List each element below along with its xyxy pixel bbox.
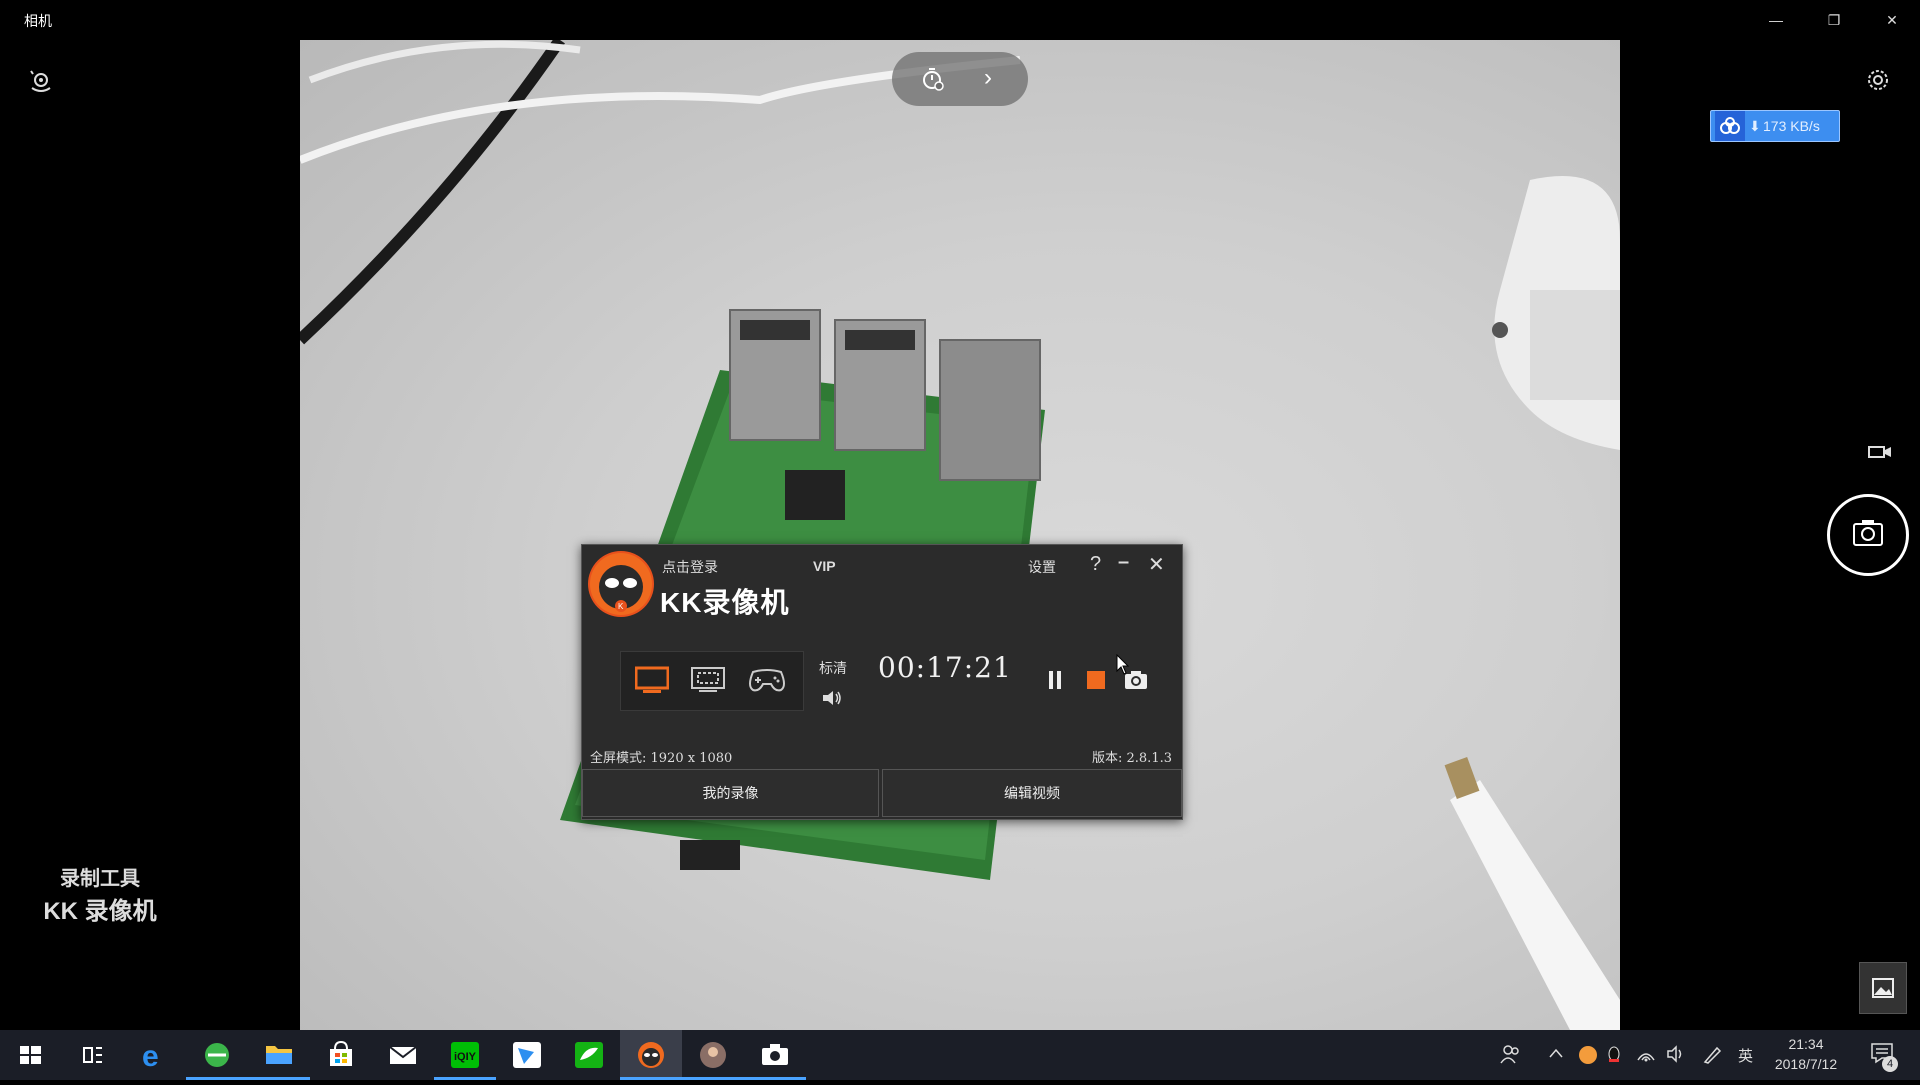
stop-icon[interactable] [1086, 670, 1106, 695]
pause-icon[interactable] [1046, 669, 1064, 696]
recording-mode-group [620, 651, 804, 711]
pen-icon[interactable] [1702, 1045, 1722, 1068]
browser-icon [205, 1043, 229, 1067]
svg-text:K: K [618, 602, 624, 611]
orange-tray-icon[interactable] [1578, 1045, 1598, 1068]
taskbar-browser[interactable] [186, 1030, 248, 1080]
recording-controls [1032, 657, 1172, 707]
app-title: 相机 [24, 13, 52, 29]
switch-camera-icon[interactable] [28, 68, 56, 96]
fullscreen-mode-icon[interactable] [634, 666, 670, 699]
kk-minimize-button[interactable]: – [1118, 551, 1129, 574]
chevron-right-icon[interactable]: › [984, 64, 992, 92]
quality-selector[interactable]: 标清 [819, 658, 847, 678]
volume-tray-icon[interactable] [1666, 1045, 1686, 1066]
gallery-thumbnail[interactable] [1859, 962, 1907, 1014]
people-icon[interactable] [1500, 1044, 1520, 1067]
taskbar-feishu[interactable] [496, 1030, 558, 1080]
my-recordings-button[interactable]: 我的录像 [582, 769, 879, 817]
network-speed-badge: ⬇ 173 KB/s [1710, 110, 1840, 142]
clock-time: 21:34 [1788, 1036, 1824, 1052]
cloud-icon [1715, 111, 1745, 141]
title-bar: 相机 — ❐ ✕ [0, 0, 1920, 40]
download-arrow-icon: ⬇ [1749, 118, 1761, 134]
watermark-line2: KK 录像机 [43, 898, 157, 925]
watermark-line1: 录制工具 [60, 868, 140, 890]
recording-timer: 00:17:21 [878, 651, 1012, 684]
ime-indicator[interactable]: 英 [1738, 1045, 1753, 1066]
clock[interactable]: 21:34 2018/7/12 [1766, 1034, 1846, 1074]
mode-info-text: 全屏模式: 1920 x 1080 [590, 751, 733, 766]
taskbar-camera[interactable] [744, 1030, 806, 1080]
task-view-icon [83, 1047, 102, 1063]
clock-date: 2018/7/12 [1774, 1056, 1838, 1072]
taskbar-avatar-app[interactable] [682, 1030, 744, 1080]
kk-recorder-window[interactable]: K 点击登录 VIP 设置 ? – ✕ KK录像机 标清 00:17:21 全屏… [581, 544, 1183, 820]
green-app-icon [575, 1042, 603, 1068]
kk-close-button[interactable]: ✕ [1148, 552, 1165, 577]
gear-icon[interactable] [1866, 68, 1894, 96]
chevron-up-icon[interactable] [1548, 1046, 1564, 1063]
taskbar-mail[interactable] [372, 1030, 434, 1080]
help-button[interactable]: ? [1090, 553, 1101, 576]
camera-scene-image [300, 40, 1620, 1030]
start-button[interactable] [0, 1030, 62, 1080]
camera-icon [1853, 520, 1883, 546]
taskbar-store[interactable] [310, 1030, 372, 1080]
folder-icon [266, 1046, 292, 1064]
taskbar-kk-recorder[interactable] [620, 1030, 682, 1080]
region-mode-icon[interactable] [691, 666, 725, 699]
watermark: 录制工具 KK 录像机 [20, 862, 180, 926]
login-link[interactable]: 点击登录 [662, 557, 718, 577]
mail-icon [389, 1046, 417, 1064]
edge-icon: e [142, 1040, 159, 1073]
volume-icon[interactable] [821, 689, 843, 712]
edit-video-button[interactable]: 编辑视频 [882, 769, 1182, 817]
mouse-cursor [1116, 653, 1130, 681]
notification-count-badge: 4 [1882, 1056, 1898, 1072]
photo-shutter-button[interactable] [1827, 494, 1909, 576]
maximize-button[interactable]: ❐ [1814, 8, 1854, 32]
kk-recorder-icon [638, 1042, 664, 1068]
settings-link[interactable]: 设置 [1028, 557, 1056, 577]
camera-app-icon [762, 1044, 788, 1065]
video-mode-icon[interactable] [1868, 444, 1892, 462]
svg-text:iQIY: iQIY [454, 1051, 477, 1063]
store-icon [330, 1040, 352, 1066]
wifi-icon[interactable] [1636, 1045, 1656, 1066]
qq-tray-icon[interactable] [1606, 1045, 1622, 1068]
bird-icon [513, 1042, 541, 1068]
avatar-icon [700, 1042, 726, 1068]
camera-viewfinder[interactable]: › [300, 40, 1620, 1030]
windows-icon [20, 1046, 41, 1064]
kk-logo-icon: K [588, 551, 654, 617]
iqiyi-icon: iQIY [451, 1042, 479, 1068]
network-speed-text: 173 KB/s [1763, 118, 1820, 134]
taskbar-file-explorer[interactable] [248, 1030, 310, 1080]
taskbar-edge[interactable]: e [124, 1030, 186, 1080]
taskbar-green-app[interactable] [558, 1030, 620, 1080]
image-icon [1872, 978, 1894, 998]
game-mode-icon[interactable] [747, 666, 787, 699]
version-text: 版本: 2.8.1.3 [1092, 751, 1172, 766]
task-view-button[interactable] [62, 1030, 124, 1080]
taskbar-iqiyi[interactable]: iQIY [434, 1030, 496, 1080]
kk-title: KK录像机 [660, 587, 790, 618]
vip-link[interactable]: VIP [813, 558, 836, 574]
timer-icon [920, 66, 946, 97]
close-button[interactable]: ✕ [1872, 8, 1912, 32]
timer-control[interactable]: › [892, 52, 1028, 106]
minimize-button[interactable]: — [1756, 8, 1796, 32]
svg-text:e: e [142, 1040, 159, 1073]
taskbar: e iQIY 英 21:34 2018/7/12 4 [0, 1030, 1920, 1080]
